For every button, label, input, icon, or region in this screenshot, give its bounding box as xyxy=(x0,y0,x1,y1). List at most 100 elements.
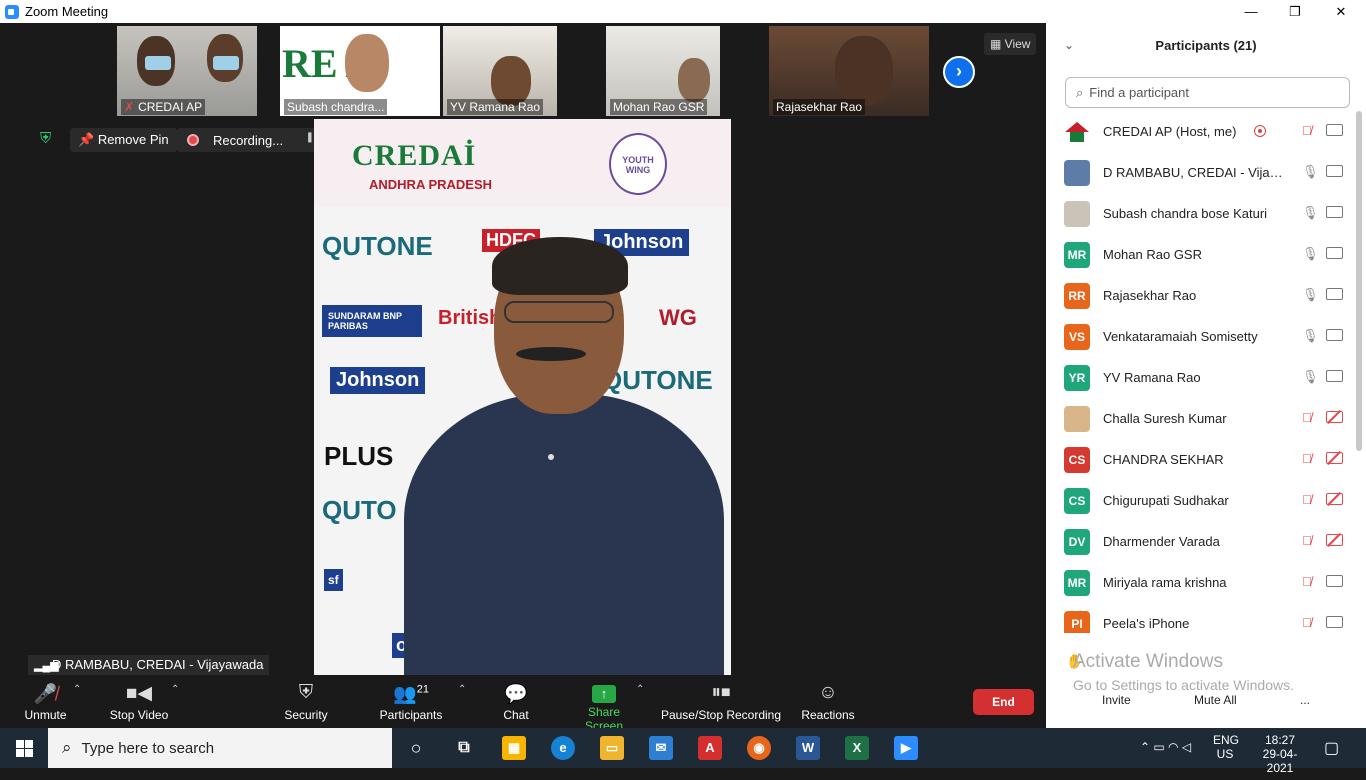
language-indicator[interactable]: ENG US xyxy=(1213,733,1239,773)
participant-search-input[interactable] xyxy=(1089,85,1330,100)
word-icon[interactable]: W xyxy=(796,736,820,760)
participant-row[interactable]: VS Venkataramaiah Somisetty 🎙 xyxy=(1046,316,1356,357)
participant-row[interactable]: DV Dharmender Varada 🎙̸ xyxy=(1046,521,1356,562)
adobe-reader-icon[interactable]: A xyxy=(698,736,722,760)
activation-watermark-title: Activate Windows xyxy=(1073,651,1223,672)
participants-list: CREDAI AP (Host, me) 🎙̸ D RAMBABU, CREDAI … xyxy=(1046,111,1356,633)
participants-button[interactable]: 👥21 Participants xyxy=(378,678,444,728)
video-off-icon[interactable] xyxy=(1326,452,1343,464)
video-thumbnail[interactable]: YV Ramana Rao xyxy=(443,26,557,116)
participant-row[interactable]: PI Peela's iPhone 🎙̸ xyxy=(1046,603,1356,633)
muted-mic-icon[interactable]: 🎙̸ xyxy=(1302,410,1312,425)
excel-icon[interactable]: X xyxy=(845,736,869,760)
view-button[interactable]: ▦ View xyxy=(984,33,1037,55)
system-tray-icons[interactable]: ⌃ ▭ ◠ ◁ xyxy=(1140,740,1191,780)
video-icon[interactable] xyxy=(1326,165,1343,177)
firefox-icon[interactable]: ◉ xyxy=(747,736,771,760)
security-shield-icon[interactable]: ⛨ xyxy=(40,130,58,148)
active-speaker-label: ▂▄▆D RAMBABU, CREDAI - Vijayawada xyxy=(28,655,270,675)
video-icon[interactable] xyxy=(1326,329,1343,341)
mic-icon[interactable]: 🎙 xyxy=(1302,246,1319,262)
restore-button[interactable]: ❐ xyxy=(1272,0,1318,23)
reactions-button[interactable]: ☺ Reactions xyxy=(800,678,856,728)
participant-row[interactable]: CS CHANDRA SEKHAR 🎙̸ xyxy=(1046,439,1356,480)
muted-mic-icon[interactable]: 🎙̸ xyxy=(1302,492,1312,507)
video-thumbnail[interactable]: RE A Subash chandra... xyxy=(280,26,440,116)
notification-icon[interactable]: ▢ xyxy=(1324,738,1339,778)
participant-name: Rajasekhar Rao xyxy=(1103,288,1197,303)
participant-search-box[interactable]: ⌕ xyxy=(1065,77,1350,108)
share-screen-button[interactable]: ↑ Share Screen xyxy=(568,678,640,733)
pause-stop-icon: ⏸⏹ xyxy=(711,682,731,703)
file-explorer-icon[interactable]: ▭ xyxy=(600,736,624,760)
invite-button[interactable]: Invite xyxy=(1102,693,1131,707)
mic-icon[interactable]: 🎙 xyxy=(1302,369,1319,385)
stop-video-button[interactable]: ■◀ Stop Video xyxy=(105,678,173,728)
participant-row[interactable]: Subash chandra bose Katuri 🎙 xyxy=(1046,193,1356,234)
muted-mic-icon[interactable]: 🎙̸ xyxy=(1302,123,1312,138)
mute-all-button[interactable]: Mute All xyxy=(1194,693,1237,707)
share-options-caret[interactable]: ⌃ xyxy=(636,678,648,728)
video-off-icon[interactable] xyxy=(1326,534,1343,546)
participant-row[interactable]: MR Mohan Rao GSR 🎙 xyxy=(1046,234,1356,275)
video-icon[interactable] xyxy=(1326,616,1343,628)
next-page-button[interactable]: › xyxy=(943,56,975,88)
video-off-icon[interactable] xyxy=(1326,411,1343,423)
keyboard-region: US xyxy=(1216,747,1234,761)
mic-icon[interactable]: 🎙 xyxy=(1302,164,1319,180)
security-button[interactable]: ⛨ Security xyxy=(280,678,332,728)
remove-pin-button[interactable]: 📌 Remove Pin xyxy=(70,128,177,152)
video-icon[interactable] xyxy=(1326,288,1343,300)
video-icon[interactable] xyxy=(1326,575,1343,587)
cortana-icon[interactable]: ○ xyxy=(404,736,428,760)
muted-mic-icon[interactable]: 🎙̸ xyxy=(1302,615,1312,630)
video-icon[interactable] xyxy=(1326,206,1343,218)
participant-row[interactable]: CS Chigurupati Sudhakar 🎙̸ xyxy=(1046,480,1356,521)
audio-options-caret[interactable]: ⌃ xyxy=(73,678,85,728)
caret-up-icon: ⌃ xyxy=(458,684,467,695)
participant-name: Venkataramaiah Somisetty xyxy=(1103,329,1258,344)
video-thumbnail[interactable]: ✗ CREDAI AP xyxy=(117,26,257,116)
muted-mic-icon[interactable]: 🎙̸ xyxy=(1302,451,1312,466)
participants-icon: 👥21 xyxy=(393,683,429,705)
sponsor-logo: QUTO xyxy=(322,495,397,525)
pin-icon: 📌 xyxy=(78,132,98,147)
close-button[interactable]: ✕ xyxy=(1318,0,1364,23)
mic-icon[interactable]: 🎙 xyxy=(1302,287,1319,303)
security-label: Security xyxy=(284,708,328,722)
video-icon[interactable] xyxy=(1326,124,1343,136)
participants-options-caret[interactable]: ⌃ xyxy=(458,678,470,728)
participant-row[interactable]: MR Miriyala rama krishna 🎙̸ xyxy=(1046,562,1356,603)
microsoft-store-icon[interactable]: ▦ xyxy=(502,736,526,760)
end-meeting-button[interactable]: End xyxy=(973,689,1034,715)
mic-icon[interactable]: 🎙 xyxy=(1302,328,1319,344)
participant-row[interactable]: RR Rajasekhar Rao 🎙 xyxy=(1046,275,1356,316)
edge-browser-icon[interactable]: e xyxy=(551,736,575,760)
video-off-icon[interactable] xyxy=(1326,493,1343,505)
video-icon[interactable] xyxy=(1326,370,1343,382)
participants-scrollbar[interactable] xyxy=(1356,111,1362,451)
unmute-button[interactable]: 🎤̸ Unmute xyxy=(18,678,73,728)
minimize-button[interactable]: — xyxy=(1228,0,1274,23)
video-icon[interactable] xyxy=(1326,247,1343,259)
chat-button[interactable]: 💬 Chat xyxy=(500,678,532,728)
active-speaker-video[interactable]: CREDAİ ANDHRA PRADESH YOUTH WING QUTONE … xyxy=(314,119,731,675)
zoom-taskbar-icon[interactable]: ▶ xyxy=(894,736,918,760)
participant-row[interactable]: CREDAI AP (Host, me) 🎙̸ xyxy=(1046,111,1356,152)
video-thumbnail[interactable]: Rajasekhar Rao xyxy=(769,26,929,116)
mail-icon[interactable]: ✉ xyxy=(649,736,673,760)
muted-mic-icon[interactable]: 🎙̸ xyxy=(1302,533,1312,548)
participant-row[interactable]: YR YV Ramana Rao 🎙 xyxy=(1046,357,1356,398)
task-view-icon[interactable]: ⧉ xyxy=(452,736,476,760)
windows-start-button[interactable] xyxy=(0,728,48,768)
clock[interactable]: 18:27 29-04-2021 xyxy=(1250,733,1310,775)
participant-row[interactable]: Challa Suresh Kumar 🎙̸ xyxy=(1046,398,1356,439)
more-options-button[interactable]: ... xyxy=(1300,693,1310,707)
mic-icon[interactable]: 🎙 xyxy=(1302,205,1319,221)
taskbar-search-box[interactable]: ⌕ Type here to search xyxy=(48,728,392,768)
participant-row[interactable]: D RAMBABU, CREDAI - Vijayawa... 🎙 xyxy=(1046,152,1356,193)
video-thumbnail[interactable]: Mohan Rao GSR xyxy=(606,26,720,116)
pause-stop-recording-button[interactable]: ⏸⏹ Pause/Stop Recording xyxy=(660,678,782,728)
muted-mic-icon[interactable]: 🎙̸ xyxy=(1302,574,1312,589)
video-options-caret[interactable]: ⌃ xyxy=(171,678,183,728)
